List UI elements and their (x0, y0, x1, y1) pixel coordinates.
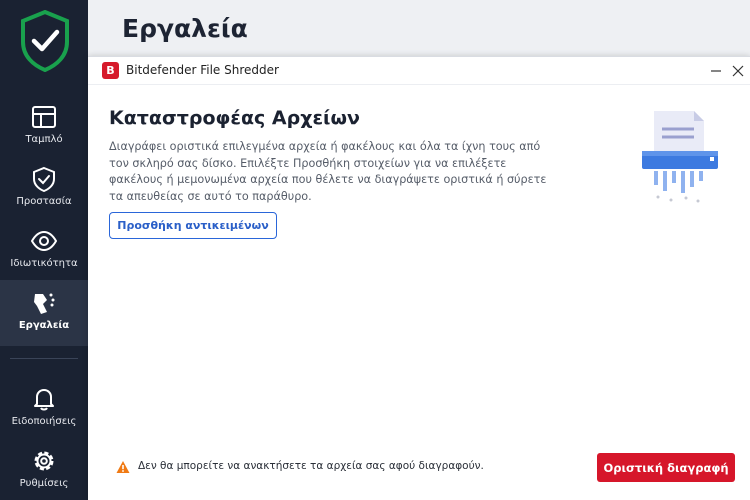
sidebar-item-label: Ειδοποιήσεις (11, 416, 77, 427)
minimize-icon[interactable] (706, 61, 726, 81)
sidebar-item-dashboard[interactable]: Ταμπλό (0, 104, 88, 166)
sidebar-divider (10, 358, 78, 359)
close-icon[interactable] (728, 61, 748, 81)
sidebar-item-label: Προστασία (16, 196, 72, 207)
dialog-heading: Καταστροφέας Αρχείων (109, 107, 360, 129)
bitdefender-shield-logo-icon (21, 10, 69, 72)
sidebar-item-label: Ρυθμίσεις (19, 478, 69, 489)
page-title: Εργαλεία (122, 14, 248, 43)
tools-icon (34, 293, 55, 314)
sidebar-item-notifications[interactable]: Ειδοποιήσεις (0, 386, 88, 448)
shield-icon (33, 166, 55, 192)
dialog-titlebar[interactable]: B Bitdefender File Shredder (88, 57, 750, 85)
bitdefender-app-icon: B (102, 62, 119, 79)
eye-icon (31, 230, 57, 252)
dashboard-icon (32, 106, 56, 128)
sidebar: Ταμπλό Προστασία Ιδιωτικότητα Εργαλεία Ε… (0, 0, 88, 500)
sidebar-item-label: Εργαλεία (18, 320, 70, 331)
sidebar-item-settings[interactable]: Ρυθμίσεις (0, 448, 88, 500)
permanent-delete-button[interactable]: Οριστική διαγραφή (597, 453, 735, 482)
file-shredder-illustration-icon (642, 111, 718, 203)
sidebar-item-protection[interactable]: Προστασία (0, 166, 88, 228)
add-items-button[interactable]: Προσθήκη αντικειμένων (109, 212, 277, 239)
bell-icon (34, 389, 54, 411)
sidebar-item-label: Ταμπλό (25, 134, 63, 145)
window-title: Bitdefender File Shredder (126, 63, 279, 77)
dialog-description: Διαγράφει οριστικά επιλεγμένα αρχεία ή φ… (109, 140, 547, 203)
warning-icon (116, 461, 130, 473)
sidebar-item-label: Ιδιωτικότητα (10, 258, 78, 269)
sidebar-item-tools[interactable]: Εργαλεία (0, 280, 88, 346)
gear-icon (34, 451, 54, 471)
warning-text: Δεν θα μπορείτε να ανακτήσετε τα αρχεία … (138, 460, 484, 472)
file-shredder-dialog: B Bitdefender File Shredder Καταστροφέας… (88, 56, 750, 500)
